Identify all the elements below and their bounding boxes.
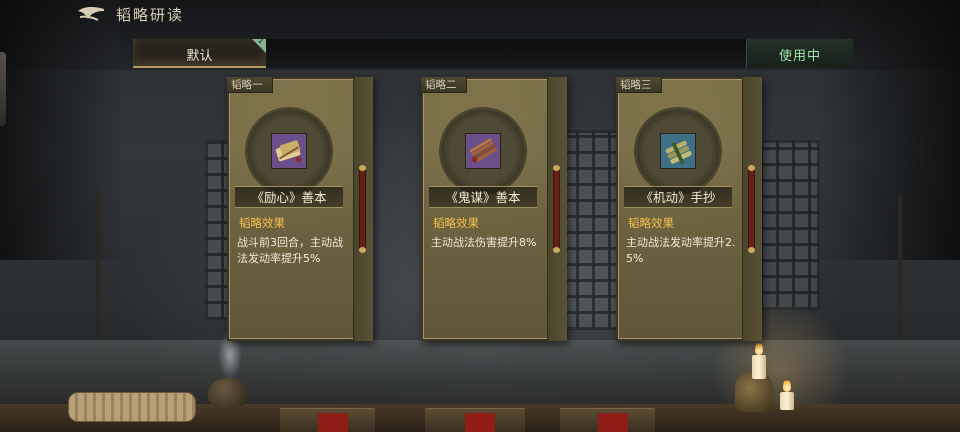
effect-description: 主动战法发动率提升2.5% bbox=[626, 236, 736, 265]
effect-description: 主动战法伤害提升8% bbox=[431, 236, 537, 249]
window-lattice bbox=[760, 140, 820, 310]
checkmark-icon: ✓ bbox=[257, 37, 265, 47]
effect-heading: 韬略效果 bbox=[239, 216, 285, 230]
strategy-card-3[interactable]: 韬略三 《机动》手抄 韬略效果 主动战法发动率提升2.5% bbox=[616, 77, 762, 341]
effect-heading: 韬略效果 bbox=[628, 216, 674, 230]
item-name-plate: 《励心》善本 bbox=[235, 186, 343, 208]
back-button[interactable] bbox=[74, 3, 108, 27]
card-slot-tag: 韬略二 bbox=[421, 77, 467, 93]
curtain-left bbox=[0, 0, 120, 260]
candle-flame bbox=[755, 341, 763, 355]
tab-default-label: 默认 bbox=[186, 49, 213, 64]
strategy-card-1[interactable]: 韬略一 《励心》善本 韬略效果 战斗前3回合，主动战法发动率提升5% bbox=[227, 77, 373, 341]
strategy-card-2[interactable]: 韬略二 《鬼谋》善本 韬略效果 主动战法伤害提升8% bbox=[421, 77, 567, 341]
item-name-plate: 《机动》手抄 bbox=[624, 186, 732, 208]
side-drawer-handle[interactable] bbox=[0, 52, 6, 126]
incense-burner bbox=[208, 378, 248, 408]
item-medallion bbox=[247, 109, 331, 193]
item-medallion bbox=[636, 109, 720, 193]
bamboo-slips-icon bbox=[465, 133, 501, 169]
tab-default[interactable]: 默认 ✓ bbox=[133, 37, 266, 68]
back-arrow-icon bbox=[78, 6, 104, 21]
card-slot-tag: 韬略一 bbox=[227, 77, 273, 93]
scroll-rail bbox=[553, 165, 560, 253]
item-medallion bbox=[441, 109, 525, 193]
scroll-rail bbox=[748, 165, 755, 253]
effect-description: 战斗前3回合，主动战法发动率提升5% bbox=[237, 236, 343, 265]
in-use-button[interactable]: 使用中 bbox=[746, 39, 853, 68]
book bbox=[280, 408, 375, 432]
rolled-scroll bbox=[68, 392, 196, 422]
in-use-label: 使用中 bbox=[778, 49, 821, 64]
candle-flame bbox=[783, 378, 791, 392]
candle-stand bbox=[96, 190, 100, 350]
scroll-rail bbox=[359, 165, 366, 253]
candle bbox=[780, 392, 794, 410]
book bbox=[560, 408, 655, 432]
bamboo-scroll-icon bbox=[660, 133, 696, 169]
page-title: 韬略研读 bbox=[116, 6, 185, 24]
candle bbox=[752, 355, 766, 379]
loadout-tab-bar: 默认 ✓ 使用中 bbox=[133, 37, 853, 68]
header: 韬略研读 bbox=[0, 0, 960, 32]
item-name-plate: 《鬼谋》善本 bbox=[429, 186, 537, 208]
card-slot-tag: 韬略三 bbox=[616, 77, 662, 93]
book bbox=[425, 408, 525, 432]
effect-heading: 韬略效果 bbox=[433, 216, 479, 230]
scroll-bundle-icon bbox=[271, 133, 307, 169]
